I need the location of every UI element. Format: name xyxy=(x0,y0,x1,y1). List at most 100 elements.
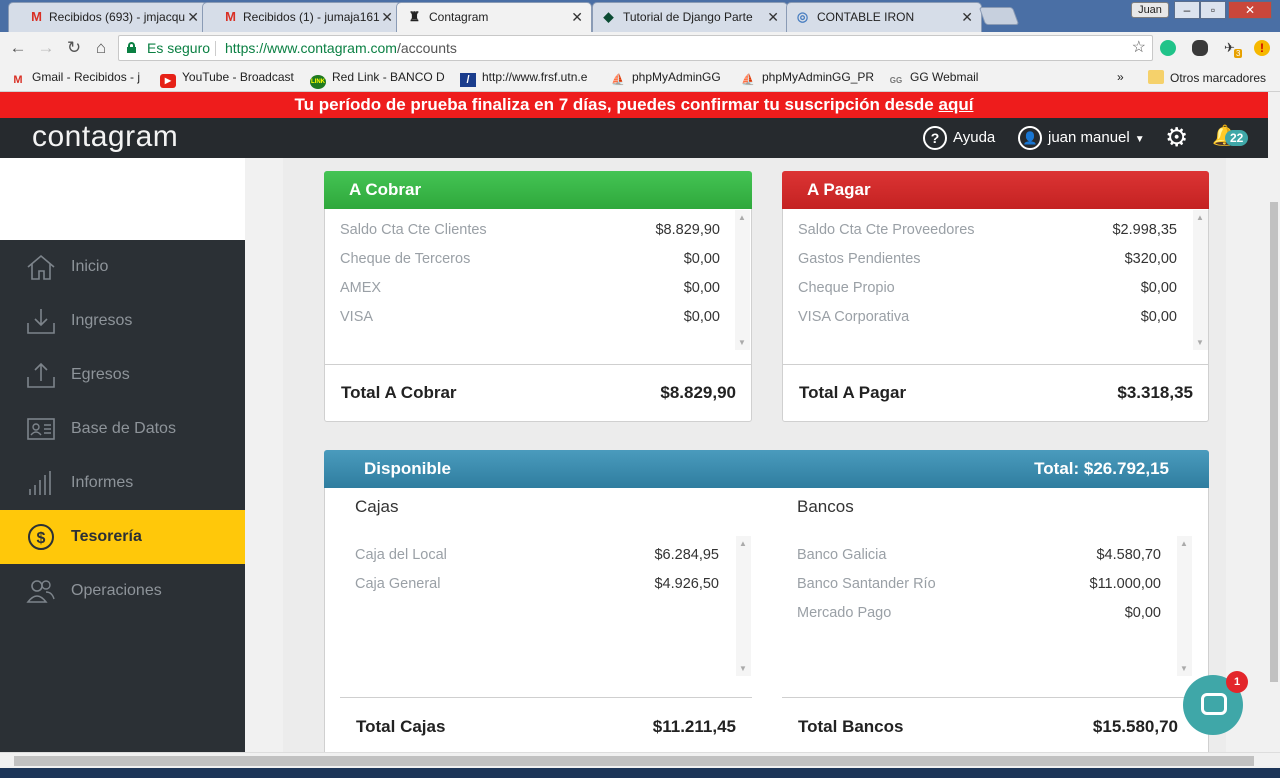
total-row: Total A Pagar $3.318,35 xyxy=(799,383,1193,403)
gear-icon[interactable]: ⚙ xyxy=(1165,123,1188,151)
contagram-logo[interactable]: contagram xyxy=(32,120,178,154)
page-vertical-scrollbar[interactable] xyxy=(1268,92,1280,752)
browser-tab[interactable]: M Recibidos (693) - jmjacqu ✕ xyxy=(8,2,208,32)
minimize-button[interactable]: – xyxy=(1174,1,1200,19)
caret-down-icon: ▼ xyxy=(1134,133,1145,145)
sidebar-item-ingresos[interactable]: Ingresos xyxy=(0,294,245,348)
youtube-icon: ▶ xyxy=(160,74,176,88)
bookmark-item[interactable]: M Gmail - Recibidos - j xyxy=(10,70,150,87)
extension-icon[interactable] xyxy=(1192,40,1208,56)
row-label: Banco Santander Río xyxy=(797,576,936,592)
row-label: Cheque de Terceros xyxy=(340,251,471,267)
help-button[interactable]: ? Ayuda xyxy=(923,126,995,150)
scroll-up-icon[interactable]: ▲ xyxy=(1180,539,1188,548)
forward-arrow-icon[interactable]: → xyxy=(36,38,56,58)
bookmarks-overflow-chevron[interactable]: » xyxy=(1117,70,1124,84)
bookmark-star-icon[interactable]: ☆ xyxy=(1132,36,1146,60)
back-arrow-icon[interactable]: ← xyxy=(8,38,28,58)
payables-card: A Pagar Saldo Cta Cte Proveedores $2.998,… xyxy=(782,171,1209,422)
home-icon[interactable]: ⌂ xyxy=(91,38,111,58)
list-item: AMEX $0,00 xyxy=(340,280,720,296)
row-label: Gastos Pendientes xyxy=(798,251,921,267)
page-horizontal-scrollbar[interactable] xyxy=(0,752,1280,768)
browser-tab-active[interactable]: ♜ Contagram ✕ xyxy=(396,2,592,33)
close-tab-icon[interactable]: ✕ xyxy=(187,9,199,26)
users-icon xyxy=(26,580,55,603)
gmail-icon: M xyxy=(31,9,42,24)
browser-tab[interactable]: ◆ Tutorial de Django Parte ✕ xyxy=(592,2,788,32)
row-label: Banco Galicia xyxy=(797,547,887,563)
django-icon: ◆ xyxy=(603,9,614,24)
row-label: Cheque Propio xyxy=(798,280,895,296)
scroll-up-icon[interactable]: ▲ xyxy=(739,539,747,548)
extension-badge: 3 xyxy=(1234,49,1243,58)
scroll-down-icon[interactable]: ▼ xyxy=(738,338,746,347)
close-tab-icon[interactable]: ✕ xyxy=(767,9,779,26)
address-bar[interactable]: Es seguro https://www.contagram.com/acco… xyxy=(118,35,1153,61)
user-menu[interactable]: 👤 juan manuel ▼ xyxy=(1018,126,1145,150)
page-icon: / xyxy=(460,73,476,87)
sidebar-item-label: Ingresos xyxy=(71,312,133,329)
close-tab-icon[interactable]: ✕ xyxy=(961,9,973,26)
new-tab-button[interactable] xyxy=(978,7,1020,25)
close-tab-icon[interactable]: ✕ xyxy=(571,9,583,26)
scroll-down-icon[interactable]: ▼ xyxy=(1196,338,1204,347)
browser-tab[interactable]: ◎ CONTABLE IRON ✕ xyxy=(786,2,982,32)
sidebar-item-label: Inicio xyxy=(71,258,109,275)
browser-tab[interactable]: M Recibidos (1) - jumaja161 ✕ xyxy=(202,2,402,32)
list-scrollbar[interactable]: ▲ ▼ xyxy=(735,210,750,350)
row-amount: $0,00 xyxy=(1140,280,1177,296)
extension-icon[interactable]: ✈ 3 xyxy=(1224,40,1243,58)
chat-extension-icon[interactable] xyxy=(1160,40,1176,56)
bookmark-label: phpMyAdminGG xyxy=(632,70,721,84)
confirm-subscription-link[interactable]: aquí xyxy=(938,95,973,114)
scroll-down-icon[interactable]: ▼ xyxy=(1180,664,1188,673)
close-tab-icon[interactable]: ✕ xyxy=(381,9,393,26)
bookmark-item[interactable]: GG GG Webmail xyxy=(888,70,998,88)
total-label: Total Bancos xyxy=(798,717,904,736)
globe-icon: ◎ xyxy=(796,9,809,24)
app-header: contagram ?Ayuda 👤juan manuel▼ ⚙ 🔔 22 xyxy=(0,118,1268,158)
sidebar-item-label: Operaciones xyxy=(71,582,162,599)
profile-button[interactable]: Juan xyxy=(1131,2,1169,18)
row-amount: $6.284,95 xyxy=(654,547,719,563)
contagram-icon: ♜ xyxy=(408,9,421,24)
bookmark-label: Gmail - Recibidos - j xyxy=(32,70,141,84)
scroll-down-icon[interactable]: ▼ xyxy=(739,664,747,673)
list-scrollbar[interactable]: ▲ ▼ xyxy=(1177,536,1192,676)
secure-label: Es seguro xyxy=(147,40,211,56)
maximize-button[interactable]: ▫ xyxy=(1200,1,1226,19)
warning-extension-icon[interactable]: ! xyxy=(1254,40,1270,56)
upload-tray-icon xyxy=(27,362,55,388)
bookmarks-bar: M Gmail - Recibidos - j ▶ YouTube - Broadc… xyxy=(0,64,1280,92)
sidebar-item-tesoreria[interactable]: $ Tesorería xyxy=(0,510,245,564)
list-scrollbar[interactable]: ▲ ▼ xyxy=(736,536,751,676)
bookmark-item[interactable]: ⛵ phpMyAdminGG_PR xyxy=(740,70,878,87)
trial-banner-text: Tu período de prueba finaliza en 7 días,… xyxy=(294,95,939,114)
sidebar-item-operaciones[interactable]: Operaciones xyxy=(0,564,245,618)
bookmark-item[interactable]: ▶ YouTube - Broadcast xyxy=(160,70,298,88)
sidebar-item-egresos[interactable]: Egresos xyxy=(0,348,245,402)
tab-title: Tutorial de Django Parte xyxy=(623,10,753,24)
list-item: Mercado Pago $0,00 xyxy=(797,605,1161,621)
address-toolbar: ← → ↻ ⌂ Es seguro https://www.contagram.… xyxy=(0,32,1280,64)
scrollbar-thumb[interactable] xyxy=(14,756,1254,766)
sidebar-item-inicio[interactable]: Inicio xyxy=(0,240,245,294)
sidebar-item-base-de-datos[interactable]: Base de Datos xyxy=(0,402,245,456)
row-label: VISA xyxy=(340,309,374,325)
os-taskbar xyxy=(0,768,1280,778)
bookmark-item[interactable]: / http://www.frsf.utn.e xyxy=(460,70,598,87)
close-window-button[interactable]: ✕ xyxy=(1228,1,1272,19)
scroll-up-icon[interactable]: ▲ xyxy=(738,213,746,222)
available-total: Total: $26.792,15 xyxy=(1034,459,1169,478)
scrollbar-thumb[interactable] xyxy=(1270,202,1278,682)
other-bookmarks[interactable]: Otros marcadores xyxy=(1148,70,1266,85)
sidebar-item-label: Informes xyxy=(71,474,134,491)
download-tray-icon xyxy=(27,309,55,334)
sidebar-item-informes[interactable]: Informes xyxy=(0,456,245,510)
bookmark-item[interactable]: LINK Red Link - BANCO D xyxy=(310,70,450,89)
reload-icon[interactable]: ↻ xyxy=(64,38,84,58)
bookmark-item[interactable]: ⛵ phpMyAdminGG xyxy=(610,70,730,87)
list-scrollbar[interactable]: ▲ ▼ xyxy=(1193,210,1208,350)
scroll-up-icon[interactable]: ▲ xyxy=(1196,213,1204,222)
